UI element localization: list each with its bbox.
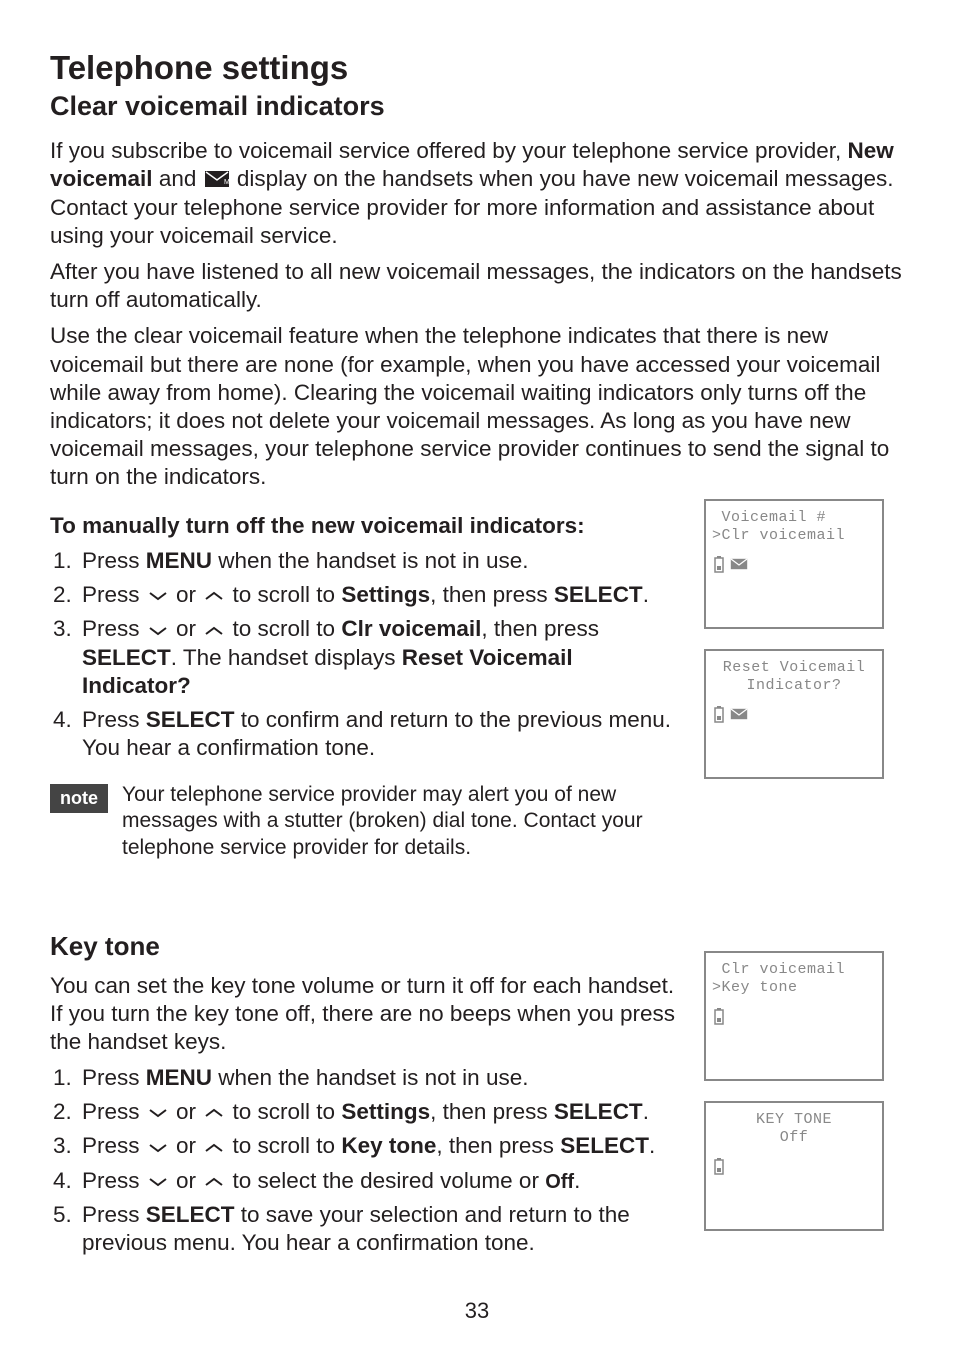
note-block: note Your telephone service provider may… (50, 782, 684, 861)
chevron-down-icon (148, 1142, 168, 1154)
step-list: Press MENU when the handset is not in us… (50, 547, 684, 762)
voicemail-envelope-icon: M (205, 166, 229, 194)
button-ref: SELECT (554, 1099, 643, 1124)
lcd-line: Clr voicemail (712, 961, 876, 979)
step: Press or to select the desired volume or… (78, 1167, 684, 1195)
text: or (170, 1168, 203, 1193)
handset-screen: KEY TONE Off (704, 1101, 884, 1231)
text: . The handset displays (171, 645, 402, 670)
section-title: Key tone (50, 931, 684, 962)
lcd-line: >Key tone (712, 979, 876, 997)
paragraph: Use the clear voicemail feature when the… (50, 322, 904, 491)
text: , then press (430, 582, 554, 607)
text: . (649, 1133, 655, 1158)
envelope-icon (730, 708, 748, 720)
text: Press (82, 1168, 146, 1193)
text: or (170, 616, 203, 641)
text: to scroll to (226, 582, 341, 607)
text: to select the desired volume or (226, 1168, 545, 1193)
text: Press (82, 1202, 146, 1227)
text: , then press (481, 616, 599, 641)
text: . (643, 582, 649, 607)
chevron-down-icon (148, 590, 168, 602)
battery-icon (712, 1157, 726, 1175)
battery-icon (712, 555, 726, 573)
text: when the handset is not in use. (212, 548, 528, 573)
paragraph: If you subscribe to voicemail service of… (50, 137, 904, 251)
page-number: 33 (0, 1298, 954, 1324)
menu-ref: Settings (341, 1099, 430, 1124)
manual-page: Telephone settings Clear voicemail indic… (0, 0, 954, 1354)
chevron-up-icon (204, 1107, 224, 1119)
chevron-up-icon (204, 1142, 224, 1154)
battery-icon (712, 705, 726, 723)
battery-icon (712, 1007, 726, 1025)
step: Press SELECT to confirm and return to th… (78, 706, 684, 762)
lcd-line: Off (712, 1129, 876, 1147)
chevron-up-icon (204, 590, 224, 602)
section-title: Clear voicemail indicators (50, 90, 904, 122)
step: Press MENU when the handset is not in us… (78, 1064, 684, 1092)
text: , then press (436, 1133, 560, 1158)
chevron-down-icon (148, 1176, 168, 1188)
step: Press or to scroll to Clr voicemail, the… (78, 615, 684, 699)
text: or (170, 1099, 203, 1124)
menu-ref: Settings (341, 582, 430, 607)
text: Press (82, 582, 146, 607)
text: If you subscribe to voicemail service of… (50, 138, 848, 163)
step-list: Press MENU when the handset is not in us… (50, 1064, 684, 1257)
chevron-down-icon (148, 625, 168, 637)
text: Press (82, 707, 146, 732)
text: Press (82, 548, 146, 573)
menu-ref: Key tone (341, 1133, 436, 1158)
lcd-line: Voicemail # (712, 509, 876, 527)
text: Press (82, 616, 146, 641)
handset-screen: Voicemail # >Clr voicemail (704, 499, 884, 629)
button-ref: SELECT (146, 1202, 235, 1227)
option-ref: Off (545, 1171, 574, 1193)
note-badge: note (50, 784, 108, 813)
svg-text:M: M (224, 179, 229, 186)
lcd-line: Indicator? (712, 677, 876, 695)
envelope-icon (730, 558, 748, 570)
page-title: Telephone settings (50, 50, 904, 86)
handset-screen: Reset Voicemail Indicator? (704, 649, 884, 779)
step: Press or to scroll to Settings, then pre… (78, 581, 684, 609)
step: Press or to scroll to Key tone, then pre… (78, 1132, 684, 1160)
chevron-up-icon (204, 625, 224, 637)
text: Press (82, 1133, 146, 1158)
paragraph: You can set the key tone volume or turn … (50, 972, 684, 1056)
text: to scroll to (226, 1133, 341, 1158)
lcd-line: >Clr voicemail (712, 527, 876, 545)
text: or (170, 582, 203, 607)
button-ref: MENU (146, 1065, 212, 1090)
chevron-up-icon (204, 1176, 224, 1188)
step: Press SELECT to save your selection and … (78, 1201, 684, 1257)
button-ref: SELECT (554, 582, 643, 607)
text: Press (82, 1065, 146, 1090)
text: . (643, 1099, 649, 1124)
lcd-line: Reset Voicemail (712, 659, 876, 677)
chevron-down-icon (148, 1107, 168, 1119)
paragraph: After you have listened to all new voice… (50, 258, 904, 314)
menu-ref: Clr voicemail (341, 616, 481, 641)
lcd-line: KEY TONE (712, 1111, 876, 1129)
step: Press or to scroll to Settings, then pre… (78, 1098, 684, 1126)
button-ref: MENU (146, 548, 212, 573)
text: when the handset is not in use. (212, 1065, 528, 1090)
text: to scroll to (226, 1099, 341, 1124)
procedure-heading: To manually turn off the new voicemail i… (50, 513, 684, 539)
text: . (574, 1168, 580, 1193)
button-ref: SELECT (560, 1133, 649, 1158)
button-ref: SELECT (82, 645, 171, 670)
note-text: Your telephone service provider may aler… (122, 782, 684, 861)
text: to scroll to (226, 616, 341, 641)
text: Press (82, 1099, 146, 1124)
button-ref: SELECT (146, 707, 235, 732)
text: and (153, 166, 203, 191)
step: Press MENU when the handset is not in us… (78, 547, 684, 575)
text: , then press (430, 1099, 554, 1124)
text: or (170, 1133, 203, 1158)
handset-screen: Clr voicemail >Key tone (704, 951, 884, 1081)
